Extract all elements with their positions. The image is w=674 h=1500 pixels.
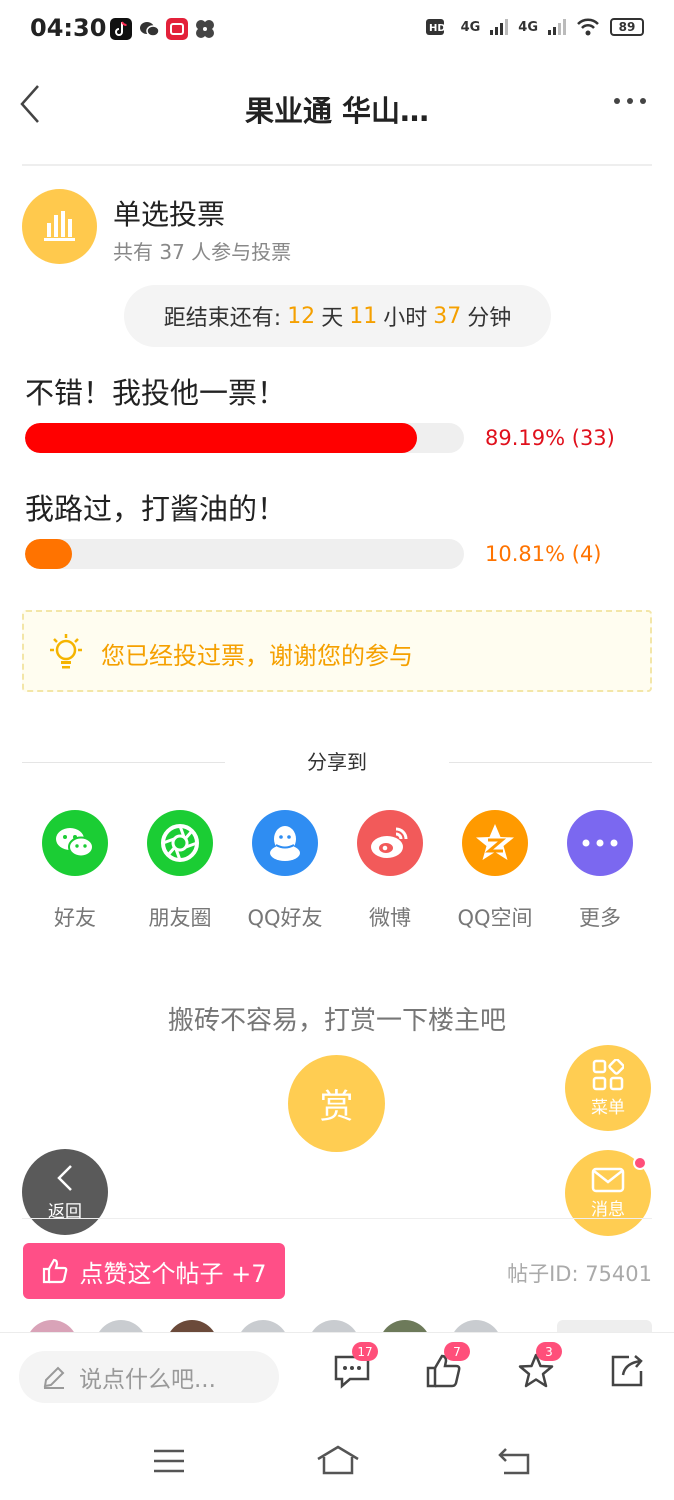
voted-notice-text: 您已经投过票，谢谢您的参与 xyxy=(101,642,413,670)
battery-indicator: 89 xyxy=(610,18,644,36)
share-weibo[interactable]: 微博 xyxy=(335,810,445,932)
favorite-button[interactable]: 3 xyxy=(516,1342,562,1391)
like-count-badge: 7 xyxy=(444,1342,470,1361)
countdown-minutes-unit: 分钟 xyxy=(467,306,512,331)
back-nav-icon[interactable] xyxy=(496,1445,532,1475)
like-post-button[interactable]: 点赞这个帖子 +7 xyxy=(23,1243,285,1299)
message-fab-label: 消息 xyxy=(591,1199,625,1220)
vote-participants: 共有 37 人参与投票 xyxy=(113,240,292,264)
countdown-prefix: 距结束还有: xyxy=(163,306,282,331)
qzone-icon xyxy=(462,810,528,876)
share-qq-friend[interactable]: QQ好友 xyxy=(230,810,340,932)
back-button[interactable] xyxy=(16,82,46,126)
voted-notice: 您已经投过票，谢谢您的参与 xyxy=(22,610,652,692)
share-qzone[interactable]: QQ空间 xyxy=(440,810,550,932)
post-id: 帖子ID: 75401 xyxy=(507,1262,652,1286)
grid-menu-icon xyxy=(592,1058,624,1090)
like-button[interactable]: 7 xyxy=(424,1342,470,1391)
comment-input[interactable]: 说点什么吧... xyxy=(19,1351,279,1403)
more-options-button[interactable] xyxy=(614,98,646,104)
favorite-count-badge: 3 xyxy=(536,1342,562,1361)
envelope-icon xyxy=(591,1167,625,1192)
message-fab-button[interactable]: 消息 xyxy=(565,1150,651,1236)
share-item-label: QQ空间 xyxy=(457,906,533,930)
wechat-icon xyxy=(42,810,108,876)
network-label-2: 4G xyxy=(518,19,538,35)
more-dot-icon xyxy=(640,98,646,104)
system-navigation-bar xyxy=(0,1427,674,1500)
moments-icon xyxy=(147,810,213,876)
share-icon xyxy=(611,1355,643,1387)
vote-option-label: 我路过，打酱油的！ xyxy=(25,492,287,526)
thumbs-up-icon xyxy=(43,1258,68,1284)
countdown-minutes: 37 xyxy=(433,303,462,329)
unread-dot xyxy=(633,1156,647,1170)
shopping-app-icon xyxy=(166,18,188,40)
vote-option-percent: 89.19% (33) xyxy=(485,426,615,450)
wifi-icon xyxy=(577,18,599,36)
share-more[interactable]: 更多 xyxy=(545,810,655,932)
vote-option-bar[interactable] xyxy=(25,423,464,453)
more-dot-icon xyxy=(614,98,620,104)
reward-button[interactable]: 赏 xyxy=(288,1055,385,1152)
share-title: 分享到 xyxy=(307,750,367,774)
weibo-icon xyxy=(357,810,423,876)
header-divider xyxy=(22,164,652,166)
tiktok-icon xyxy=(110,18,132,40)
back-fab-button[interactable]: 返回 xyxy=(22,1149,108,1235)
comments-button[interactable]: 17 xyxy=(332,1342,378,1391)
vote-option-percent: 10.81% (4) xyxy=(485,542,602,566)
reward-tip: 搬砖不容易，打赏一下楼主吧 xyxy=(167,1006,506,1036)
top-nav-bar: 果业通 华山… xyxy=(0,60,674,165)
svg-text:HD: HD xyxy=(429,23,446,34)
countdown-hours: 11 xyxy=(349,303,378,329)
status-bar: 04:30 HD 4G 4G 89 xyxy=(0,0,674,60)
post-divider xyxy=(22,1218,652,1219)
vote-countdown: 距结束还有: 12 天 11 小时 37 分钟 xyxy=(124,285,551,347)
hd-icon: HD xyxy=(425,19,446,35)
vote-type-title: 单选投票 xyxy=(113,198,226,231)
chevron-left-icon xyxy=(57,1164,72,1191)
countdown-days-unit: 天 xyxy=(321,306,344,331)
qq-icon xyxy=(252,810,318,876)
share-moments[interactable]: 朋友圈 xyxy=(125,810,235,932)
vote-option-label: 不错！我投他一票！ xyxy=(25,376,287,410)
chevron-left-icon xyxy=(20,85,39,123)
share-wechat-friend[interactable]: 好友 xyxy=(20,810,130,932)
wechat-status-icon xyxy=(138,18,160,40)
share-item-label: 朋友圈 xyxy=(148,906,212,930)
share-button[interactable] xyxy=(607,1351,647,1391)
bar-chart-icon xyxy=(22,189,97,264)
lightbulb-icon xyxy=(50,634,82,669)
share-item-label: 微博 xyxy=(369,906,411,930)
home-icon[interactable] xyxy=(316,1445,360,1475)
network-label-1: 4G xyxy=(460,19,481,35)
menu-fab-button[interactable]: 菜单 xyxy=(565,1045,651,1131)
pencil-icon xyxy=(43,1366,65,1389)
bottom-action-bar: 说点什么吧... 17 7 3 xyxy=(0,1332,674,1427)
signal-icon-1 xyxy=(490,19,509,35)
share-item-label: 好友 xyxy=(54,906,96,930)
more-icon xyxy=(567,810,633,876)
like-post-label: 点赞这个帖子 +7 xyxy=(79,1259,267,1288)
more-dot-icon xyxy=(627,98,633,104)
vote-option-bar[interactable] xyxy=(25,539,464,569)
page-title: 果业通 华山… xyxy=(244,94,430,128)
vote-option-bar-fill xyxy=(25,539,73,569)
share-item-label: 更多 xyxy=(579,906,621,930)
recent-apps-icon[interactable] xyxy=(152,1447,186,1475)
status-time: 04:30 xyxy=(30,14,107,42)
countdown-days: 12 xyxy=(287,303,316,329)
signal-icon-2 xyxy=(548,19,566,35)
comment-placeholder: 说点什么吧... xyxy=(79,1367,216,1393)
comment-count-badge: 17 xyxy=(352,1342,378,1361)
pinwheel-icon xyxy=(194,18,216,40)
share-item-label: QQ好友 xyxy=(247,906,323,930)
vote-option-bar-fill xyxy=(25,423,417,453)
menu-fab-label: 菜单 xyxy=(591,1097,625,1118)
countdown-hours-unit: 小时 xyxy=(383,306,428,331)
